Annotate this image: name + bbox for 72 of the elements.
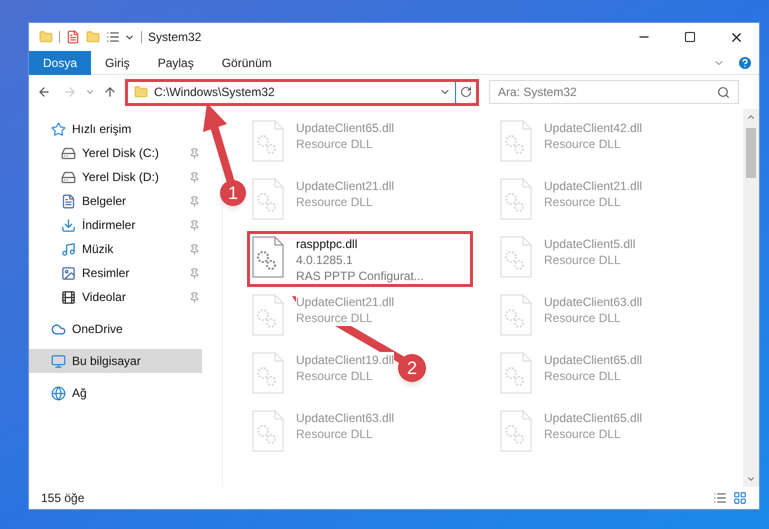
maximize-icon (684, 31, 696, 43)
file-name: UpdateClient42.dll (544, 120, 642, 136)
address-path: C:\Windows\System32 (154, 84, 276, 101)
window-title: System32 (148, 29, 202, 46)
tiles-view-icon[interactable] (733, 491, 747, 505)
file-gear-icon (500, 120, 532, 162)
file-gear-icon (500, 294, 532, 336)
file-gear-icon (500, 178, 532, 220)
ribbon-tab[interactable]: Görünüm (208, 50, 286, 74)
file-gear-icon (500, 410, 532, 452)
scrollbar[interactable] (743, 109, 759, 487)
sidebar-item[interactable]: Bu bilgisayar (29, 349, 202, 373)
file-name: UpdateClient65.dll (296, 120, 394, 136)
network-icon (51, 386, 66, 400)
sidebar-item[interactable]: Belgeler (29, 189, 202, 213)
videos-icon (61, 290, 76, 304)
search-input[interactable]: Ara: System32 (498, 83, 717, 101)
file-name: UpdateClient5.dll (544, 236, 636, 252)
cloud-icon (51, 322, 66, 336)
downloads-icon (61, 218, 76, 232)
file-gear-icon (500, 352, 532, 394)
file-name: UpdateClient65.dll (544, 352, 642, 368)
sidebar-item[interactable]: Müzik (29, 237, 202, 261)
file-gear-icon (252, 352, 284, 394)
ribbon-tab[interactable]: Dosya (29, 50, 92, 74)
scrollbar-thumb[interactable] (746, 128, 756, 178)
new-folder-icon (86, 30, 100, 44)
file-gear-icon (252, 120, 284, 162)
search-icon (717, 86, 730, 98)
folder-icon (39, 30, 53, 44)
sidebar-item[interactable]: Videolar (29, 285, 202, 309)
view-icon[interactable] (106, 30, 120, 44)
item-count: 155 öğe (41, 490, 84, 507)
sidebar-item[interactable]: Resimler (29, 261, 202, 285)
drive-icon (61, 170, 76, 184)
file-gear-icon (252, 178, 284, 220)
sidebar-item[interactable]: Yerel Disk (D:) (29, 165, 202, 189)
file-name: UpdateClient63.dll (296, 410, 394, 426)
drive-icon (61, 146, 76, 160)
ribbon-tab[interactable]: Paylaş (144, 50, 208, 74)
file-gear-icon (252, 294, 284, 336)
sidebar-item[interactable]: Ağ (29, 381, 202, 405)
back-icon[interactable] (37, 85, 51, 99)
details-view-icon[interactable] (713, 491, 727, 505)
ribbon-tab[interactable]: Giriş (91, 50, 144, 74)
file-name: UpdateClient65.dll (544, 410, 642, 426)
folder-icon (134, 85, 148, 99)
music-icon (61, 242, 76, 256)
address-field[interactable]: C:\Windows\System32 (125, 78, 479, 106)
file-gear-icon (252, 410, 284, 452)
sidebar-item[interactable]: Yerel Disk (C:) (29, 141, 202, 165)
documents-icon (61, 194, 76, 208)
refresh-icon[interactable] (460, 86, 472, 98)
file-name: UpdateClient21.dll (296, 178, 394, 194)
sidebar-item[interactable]: İndirmeler (29, 213, 202, 237)
sidebar-item[interactable]: OneDrive (29, 317, 202, 341)
star-icon (51, 122, 66, 136)
file-name: UpdateClient21.dll (296, 294, 394, 310)
help-icon[interactable] (737, 54, 753, 70)
file-name: UpdateClient21.dll (544, 178, 642, 194)
sidebar-item[interactable]: Hızlı erişim (29, 117, 202, 141)
computer-icon (51, 354, 66, 368)
file-gear-icon (252, 236, 284, 278)
pictures-icon (61, 266, 76, 280)
search-field[interactable]: Ara: System32 (489, 80, 739, 104)
file-name: UpdateClient63.dll (544, 294, 642, 310)
file-detail: RAS PPTP Configurat... (296, 268, 424, 284)
properties-icon (66, 30, 80, 44)
up-icon[interactable] (103, 85, 117, 99)
file-gear-icon (500, 236, 532, 278)
file-name: UpdateClient19.dll (296, 352, 394, 368)
file-item[interactable]: raspptpc.dll 4.0.1285.1 RAS PPTP Configurat... (247, 231, 473, 287)
